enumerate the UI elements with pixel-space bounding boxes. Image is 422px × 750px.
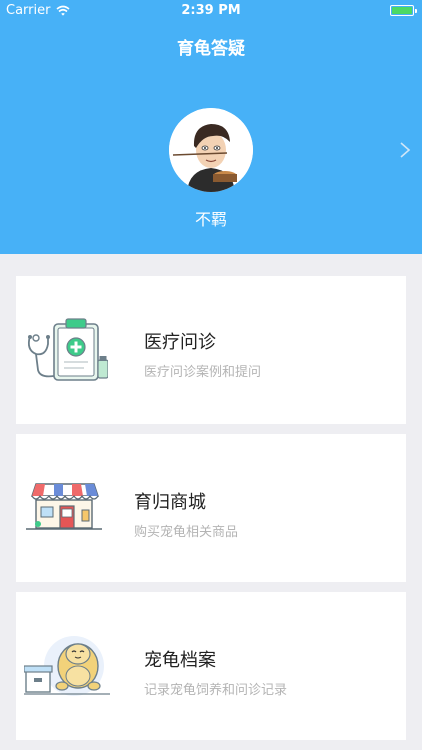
status-bar: Carrier 2:39 PM [0, 0, 422, 22]
status-time: 2:39 PM [181, 3, 241, 18]
card-subtitle: 记录宠龟饲养和问诊记录 [144, 683, 288, 698]
medical-clipboard-icon [27, 318, 108, 381]
chevron-right-icon[interactable] [398, 140, 412, 160]
card-turtle-archive[interactable]: 宠龟档案 记录宠龟饲养和问诊记录 [16, 592, 406, 740]
card-title: 宠龟档案 [144, 650, 216, 671]
card-shop[interactable]: 育归商城 购买宠龟相关商品 [16, 434, 406, 582]
shop-storefront-icon [26, 483, 102, 530]
username: 不羁 [194, 210, 227, 229]
avatar[interactable] [169, 108, 253, 192]
card-subtitle: 购买宠龟相关商品 [134, 525, 239, 540]
battery-icon [390, 5, 417, 16]
card-medical-consultation[interactable]: 医疗问诊 医疗问诊案例和提问 [16, 276, 406, 424]
turtle-archive-icon [24, 636, 110, 696]
profile-header: Carrier 2:39 PM 育龟答疑 不羁 [0, 0, 422, 254]
page-title: 育龟答疑 [177, 39, 245, 59]
cartoon-avatar-image [169, 108, 253, 192]
card-subtitle: 医疗问诊案例和提问 [144, 365, 262, 380]
card-title: 医疗问诊 [144, 332, 216, 353]
card-title: 育归商城 [134, 492, 206, 513]
battery-fill [392, 7, 412, 14]
